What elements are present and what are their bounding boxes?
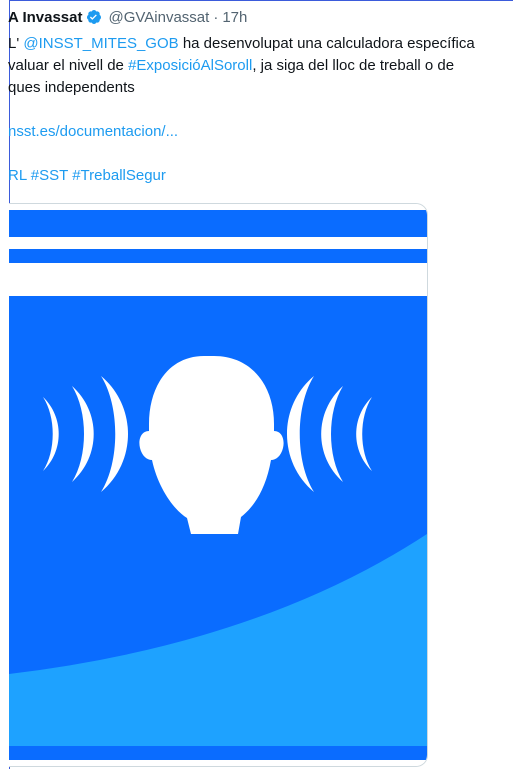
tweet-text-line-3: ques independents [8, 79, 135, 96]
verified-badge-icon [86, 9, 102, 25]
hearing-noise-icon [9, 204, 427, 766]
hashtag-link[interactable]: #ExposicióAlSoroll [128, 57, 252, 74]
tweet-text-line-1: L' @INSST_MITES_GOB ha desenvolupat una … [8, 33, 475, 55]
display-name[interactable]: A Invassat [8, 9, 82, 26]
hashtag-link[interactable]: #TreballSegur [72, 167, 166, 184]
window-border-top [9, 0, 513, 1]
separator-dot: · [213, 8, 219, 26]
text-fragment: valuar el nivell de [8, 57, 129, 74]
tweet-text-line-2: valuar el nivell de #ExposicióAlSoroll, … [8, 55, 454, 77]
url-link[interactable]: nsst.es/documentacion/... [8, 121, 178, 143]
text-fragment: ha desenvolupat una calculadora específi… [178, 35, 475, 52]
user-handle[interactable]: @GVAinvassat [108, 9, 209, 26]
tweet-media-image[interactable] [9, 203, 428, 767]
hashtag-link[interactable]: #SST [31, 167, 68, 184]
timestamp[interactable]: 17h [222, 9, 247, 26]
text-fragment: , ja siga del lloc de treball o de [252, 57, 455, 74]
hashtag-link[interactable]: RL [8, 167, 27, 184]
tweet-header: A Invassat @GVAinvassat · 17h [8, 6, 247, 28]
hashtags-line: RL #SST #TreballSegur [8, 165, 166, 187]
mention-link[interactable]: @INSST_MITES_GOB [23, 35, 178, 52]
text-fragment: L' [8, 35, 20, 52]
